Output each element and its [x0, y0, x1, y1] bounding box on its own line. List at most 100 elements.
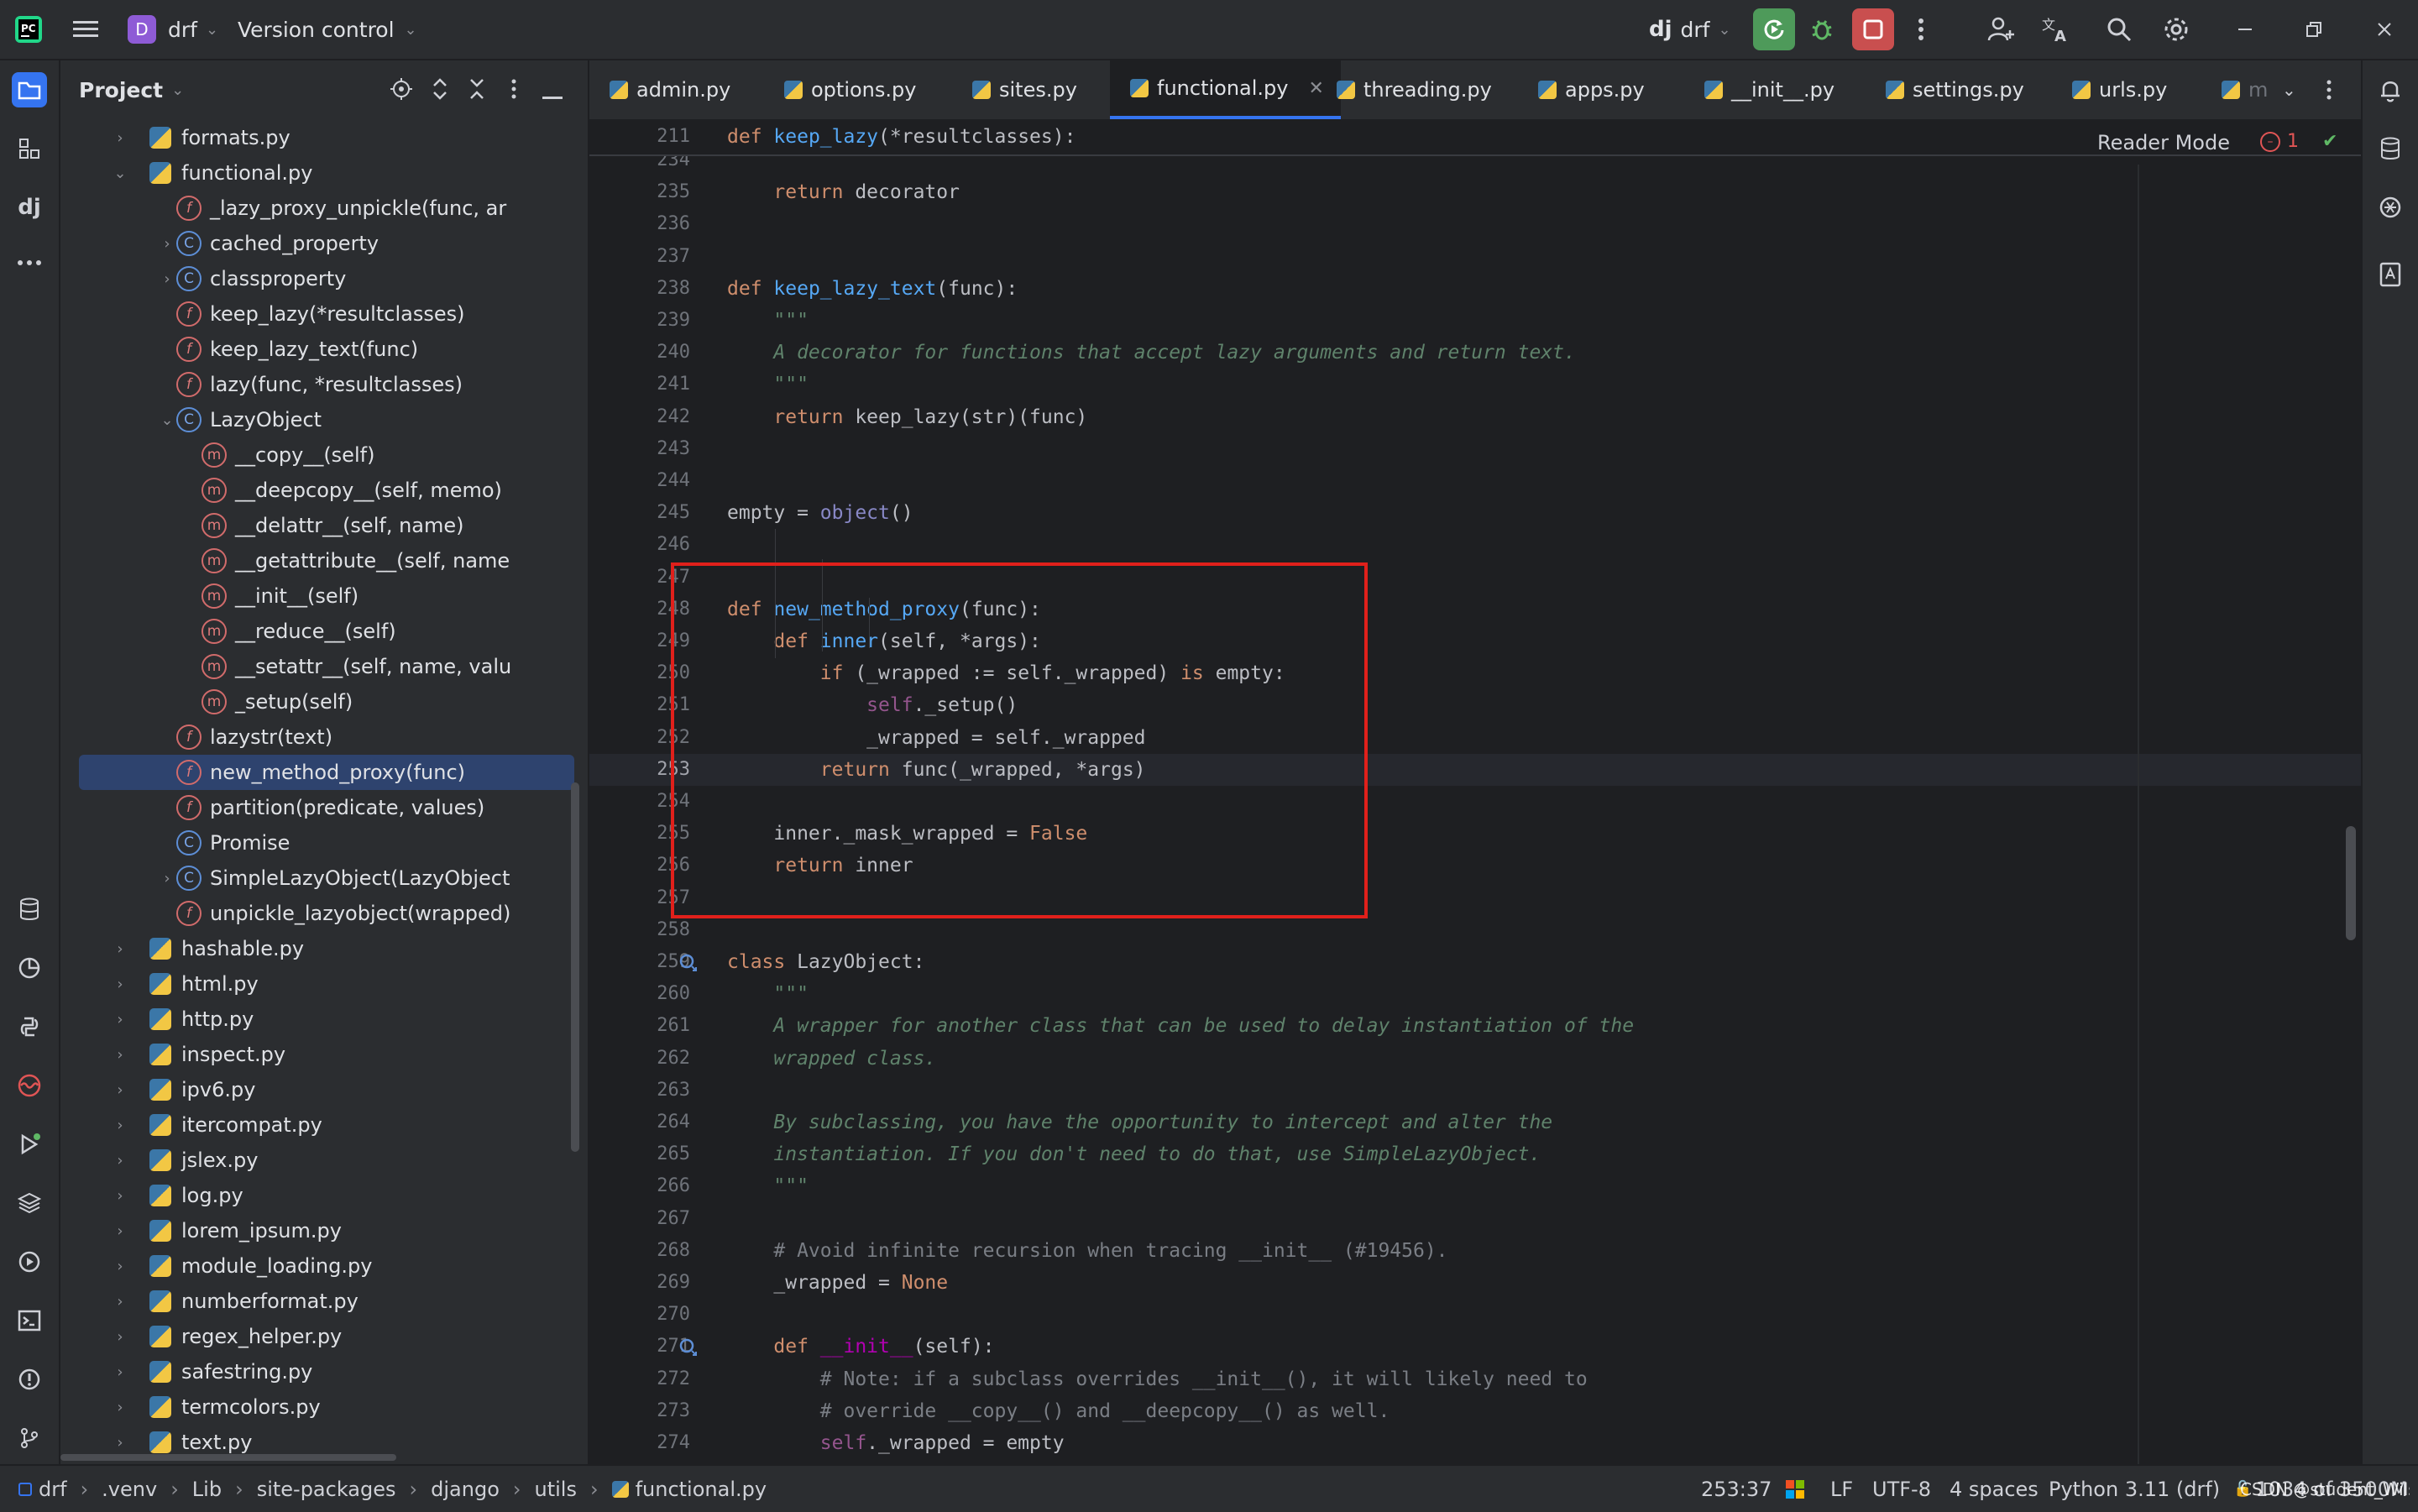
tab-admin-py[interactable]: admin.py	[610, 60, 730, 119]
tree-item[interactable]: m __setattr__(self, name, valu	[60, 649, 588, 684]
tree-item[interactable]: f lazystr(text)	[60, 719, 588, 755]
chevron-right-icon[interactable]: ›	[111, 1293, 129, 1311]
chevron-right-icon[interactable]: ›	[111, 1081, 129, 1099]
tree-item[interactable]: f lazy(func, *resultclasses)	[60, 367, 588, 402]
code-editor[interactable]: 234 235 return decorator 236 237 238 def keep…	[589, 121, 2361, 1464]
chevron-right-icon[interactable]: ›	[111, 1152, 129, 1169]
tree-item[interactable]: › jslex.py	[60, 1143, 588, 1178]
tree-item[interactable]: › termcolors.py	[60, 1389, 588, 1425]
collapse-all-icon[interactable]	[467, 77, 487, 104]
tab-list-chevron-icon[interactable]: ⌄	[2282, 60, 2296, 119]
chevron-down-icon[interactable]: ⌄	[111, 165, 129, 182]
tree-item[interactable]: › html.py	[60, 966, 588, 1002]
django-structure-icon[interactable]: dj	[12, 190, 47, 225]
tree-item[interactable]: m _setup(self)	[60, 684, 588, 719]
project-switcher[interactable]: D drf ⌄	[128, 0, 218, 59]
tab-init-py[interactable]: __init__.py	[1704, 60, 1834, 119]
tab-sites-py[interactable]: sites.py	[972, 60, 1077, 119]
tab-apps-py[interactable]: apps.py	[1538, 60, 1645, 119]
tree-item[interactable]: m __delattr__(self, name)	[60, 508, 588, 543]
vcs-menu[interactable]: Version control ⌄	[238, 0, 417, 59]
error-indicator[interactable]: – 1	[2260, 131, 2299, 152]
more-actions-icon[interactable]	[1906, 14, 1936, 44]
project-horizontal-scrollbar[interactable]	[60, 1454, 396, 1461]
ai-assistant-icon[interactable]	[2373, 190, 2408, 225]
chevron-right-icon[interactable]: ›	[111, 1363, 129, 1381]
panel-options-icon[interactable]	[510, 77, 517, 104]
structure-icon[interactable]	[12, 131, 47, 166]
tree-item[interactable]: m __reduce__(self)	[60, 614, 588, 649]
override-gutter-icon[interactable]	[678, 1337, 699, 1361]
memory-indicator[interactable]: 🔓 1034 of 3500M CSDN @student_Wilson	[2233, 1466, 2410, 1512]
breadcrumb-item[interactable]: django	[431, 1478, 500, 1501]
tree-item[interactable]: › safestring.py	[60, 1354, 588, 1389]
editor-scrollbar[interactable]	[2346, 826, 2356, 940]
chevron-down-icon[interactable]: ⌄	[158, 411, 176, 429]
close-tab-icon[interactable]: ✕	[1308, 78, 1323, 99]
tree-item[interactable]: m __deepcopy__(self, memo)	[60, 473, 588, 508]
chevron-right-icon[interactable]: ›	[158, 235, 176, 253]
project-scrollbar[interactable]	[571, 782, 579, 1152]
chevron-right-icon[interactable]: ›	[111, 1046, 129, 1064]
git-icon[interactable]	[12, 1420, 47, 1456]
tree-item[interactable]: ⌄ C LazyObject	[60, 402, 588, 437]
chevron-right-icon[interactable]: ›	[111, 129, 129, 147]
indent-setting[interactable]: 4 spaces	[1950, 1466, 2039, 1512]
tree-item[interactable]: › numberformat.py	[60, 1284, 588, 1319]
main-menu-icon[interactable]	[71, 14, 101, 44]
tree-item[interactable]: › formats.py	[60, 120, 588, 155]
hide-panel-icon[interactable]	[542, 87, 563, 103]
chevron-right-icon[interactable]: ›	[158, 870, 176, 887]
chevron-right-icon[interactable]: ›	[111, 1328, 129, 1346]
tab-urls-py[interactable]: urls.py	[2072, 60, 2167, 119]
tab-functional-py[interactable]: functional.py ✕	[1110, 60, 1341, 119]
notifications-icon[interactable]	[2373, 72, 2408, 107]
tree-item[interactable]: › module_loading.py	[60, 1248, 588, 1284]
tab-settings-py[interactable]: settings.py	[1886, 60, 2024, 119]
translate-icon[interactable]: 文A	[2042, 14, 2072, 44]
tree-item[interactable]: ⌄ functional.py	[60, 155, 588, 191]
problems-icon[interactable]	[12, 1362, 47, 1397]
more-tools-icon[interactable]	[12, 245, 47, 280]
locate-icon[interactable]	[390, 77, 413, 104]
chevron-right-icon[interactable]: ›	[111, 1434, 129, 1452]
breadcrumb-item[interactable]: functional.py	[636, 1478, 767, 1501]
chevron-right-icon[interactable]: ›	[111, 1399, 129, 1416]
tree-item[interactable]: f new_method_proxy(func)	[60, 755, 588, 790]
settings-gear-icon[interactable]	[2161, 14, 2191, 44]
tree-item[interactable]: › C SimpleLazyObject(LazyObject	[60, 861, 588, 896]
tree-item[interactable]: › hashable.py	[60, 931, 588, 966]
breadcrumb-root[interactable]: drf	[39, 1478, 67, 1501]
tree-item[interactable]: f unpickle_lazyobject(wrapped)	[60, 896, 588, 931]
tree-item[interactable]: › lorem_ipsum.py	[60, 1213, 588, 1248]
stop-icon[interactable]	[1852, 8, 1894, 50]
chevron-right-icon[interactable]: ›	[111, 976, 129, 993]
tree-item[interactable]: m __copy__(self)	[60, 437, 588, 473]
tree-item[interactable]: › ipv6.py	[60, 1072, 588, 1107]
rerun-icon[interactable]	[1753, 8, 1795, 50]
tree-item[interactable]: › regex_helper.py	[60, 1319, 588, 1354]
tree-item[interactable]: › log.py	[60, 1178, 588, 1213]
profiler-icon[interactable]	[12, 950, 47, 986]
reader-mode-toggle[interactable]: Reader Mode	[2097, 131, 2230, 154]
override-gutter-icon[interactable]	[678, 953, 699, 976]
database-icon[interactable]	[2373, 131, 2408, 166]
chevron-right-icon[interactable]: ›	[111, 1258, 129, 1275]
chevron-right-icon[interactable]: ›	[158, 270, 176, 288]
tree-item[interactable]: f keep_lazy(*resultclasses)	[60, 296, 588, 332]
tree-item[interactable]: › Ccached_property	[60, 226, 588, 261]
tree-item[interactable]: › inspect.py	[60, 1037, 588, 1072]
line-separator[interactable]: LF	[1830, 1466, 1853, 1512]
file-encoding[interactable]: UTF-8	[1872, 1466, 1931, 1512]
breadcrumb-item[interactable]: site-packages	[257, 1478, 396, 1501]
debug-icon[interactable]	[1807, 14, 1837, 44]
breadcrumb-item[interactable]: Lib	[192, 1478, 222, 1501]
tree-item[interactable]: › itercompat.py	[60, 1107, 588, 1143]
chevron-right-icon[interactable]: ›	[111, 1187, 129, 1205]
python-interpreter[interactable]: Python 3.11 (drf)	[2049, 1466, 2220, 1512]
database-icon[interactable]	[12, 892, 47, 927]
tab-truncated[interactable]: m	[2222, 60, 2268, 119]
run-icon[interactable]	[12, 1127, 47, 1162]
terminal-icon[interactable]	[12, 1303, 47, 1338]
search-icon[interactable]	[2104, 14, 2134, 44]
